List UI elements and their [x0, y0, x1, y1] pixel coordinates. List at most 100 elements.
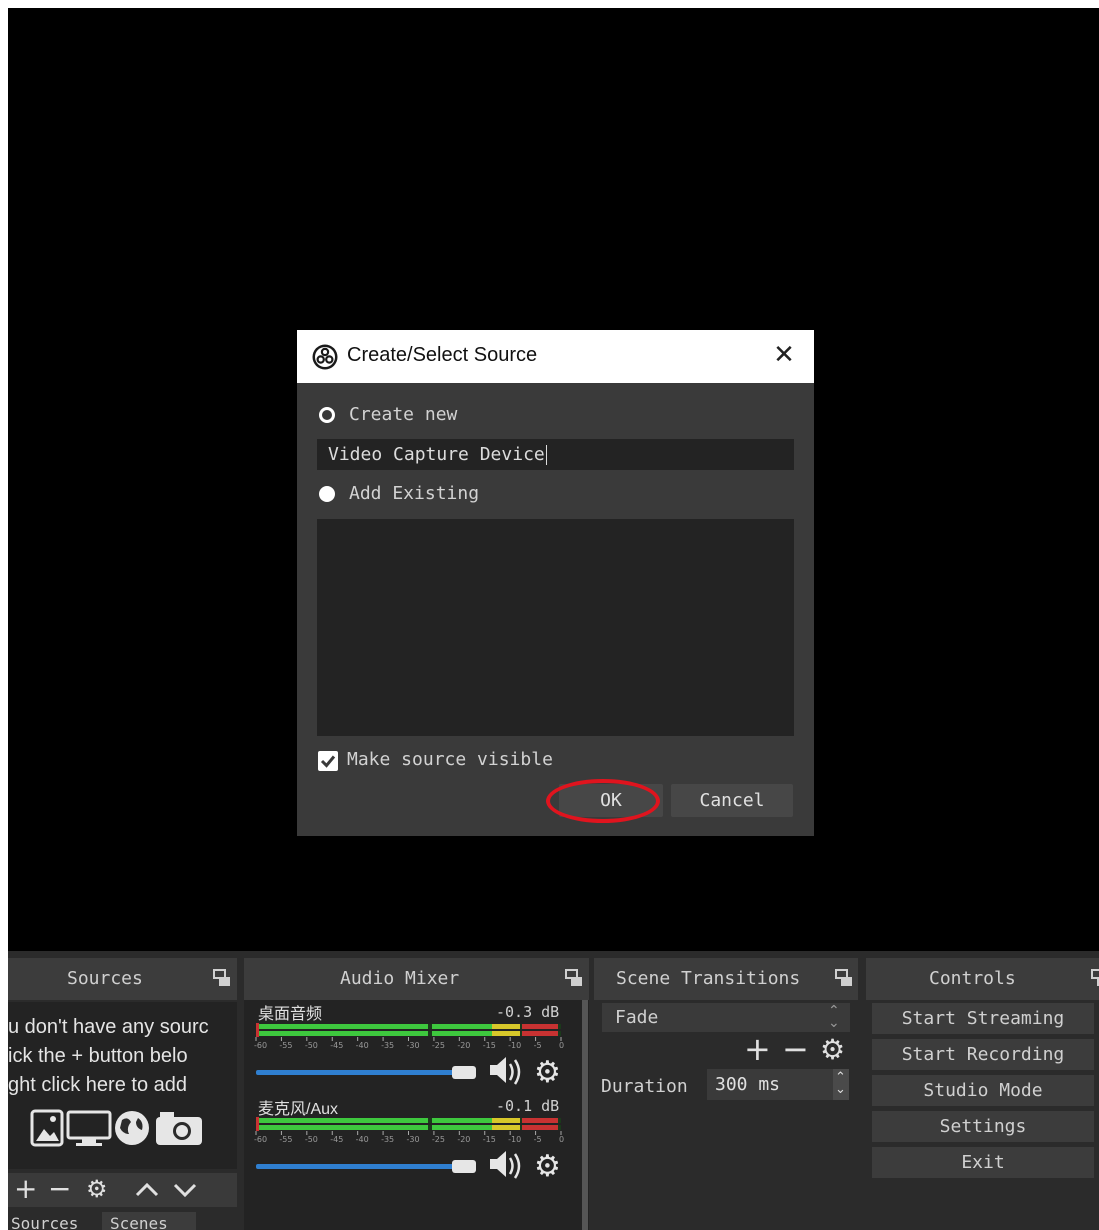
meter-level-yellow	[492, 1031, 520, 1036]
start-recording-button[interactable]: Start Recording	[872, 1039, 1094, 1070]
add-existing-radio[interactable]	[319, 486, 335, 502]
meter-level-green	[432, 1031, 492, 1036]
duration-spinbox[interactable]: 300 ms ⌃ ⌄	[707, 1069, 849, 1100]
scale-label: -30	[407, 1135, 420, 1144]
move-up-icon[interactable]	[134, 1180, 160, 1200]
scale-label: -20	[457, 1135, 470, 1144]
camera-icon	[156, 1112, 202, 1145]
close-icon[interactable]: ✕	[769, 340, 799, 370]
undock-icon[interactable]	[1091, 969, 1099, 987]
settings-button[interactable]: Settings	[872, 1111, 1094, 1142]
sources-panel: Sources u don't have any sourc ick the +…	[8, 951, 237, 1230]
sources-header: Sources	[8, 958, 237, 1000]
dialog-title: Create/Select Source	[347, 344, 538, 366]
scale-label: -55	[279, 1135, 292, 1144]
hint-line: ght click here to add	[8, 1074, 187, 1096]
image-icon	[30, 1109, 64, 1147]
scale-label: -50	[305, 1041, 318, 1050]
volume-slider-handle[interactable]	[452, 1066, 476, 1079]
volume-slider-handle[interactable]	[452, 1160, 476, 1173]
gear-icon[interactable]: ⚙	[534, 1055, 561, 1090]
scale-label: -5	[534, 1135, 542, 1144]
scene-transitions-header: Scene Transitions	[594, 958, 858, 1000]
scale-label: -15	[483, 1041, 496, 1050]
meter-level-red	[522, 1024, 558, 1029]
controls-title: Controls	[929, 968, 1016, 989]
add-existing-label[interactable]: Add Existing	[349, 483, 479, 504]
text-caret	[545, 445, 547, 465]
create-select-source-dialog: Create/Select Source ✕ Create new Video …	[297, 330, 814, 836]
scale-label: -50	[305, 1135, 318, 1144]
meter-level-yellow	[492, 1118, 520, 1123]
globe-icon	[115, 1111, 149, 1145]
gear-icon[interactable]: ⚙	[820, 1033, 845, 1066]
audio-mixer-title: Audio Mixer	[340, 968, 460, 989]
speaker-icon[interactable]	[490, 1057, 521, 1085]
scale-label: -10	[508, 1135, 521, 1144]
source-name-input[interactable]: Video Capture Device	[317, 439, 794, 470]
scale-label: 0	[559, 1135, 564, 1144]
scale-label: -5	[534, 1041, 542, 1050]
scale-label: -45	[330, 1135, 343, 1144]
undock-icon[interactable]	[835, 969, 853, 987]
meter-level-red	[522, 1031, 558, 1036]
meter-level-green	[432, 1024, 492, 1029]
track-db: -0.1 dB	[496, 1097, 560, 1115]
undock-icon[interactable]	[213, 969, 231, 987]
existing-sources-list[interactable]	[317, 519, 794, 736]
add-icon[interactable]: +	[14, 1172, 37, 1205]
track-db: -0.3 dB	[496, 1003, 560, 1021]
scale-label: 0	[559, 1041, 564, 1050]
audio-mixer-header: Audio Mixer	[244, 958, 589, 1000]
gear-icon[interactable]: ⚙	[86, 1175, 108, 1203]
transitions-body	[594, 1000, 858, 1230]
volume-slider[interactable]	[256, 1164, 461, 1169]
scale-label: -15	[483, 1135, 496, 1144]
studio-mode-button[interactable]: Studio Mode	[872, 1075, 1094, 1106]
meter-level-red	[522, 1125, 558, 1130]
updown-icon: ⌃ ⌄	[835, 1070, 846, 1097]
source-type-icons	[30, 1109, 202, 1147]
updown-icon: ⌃ ⌄	[828, 1003, 840, 1031]
meter-level-green	[432, 1125, 492, 1130]
controls-header: Controls	[866, 958, 1099, 1000]
scale-label: -45	[330, 1041, 343, 1050]
gear-icon[interactable]: ⚙	[534, 1149, 561, 1184]
make-visible-checkbox[interactable]	[318, 751, 338, 771]
add-icon[interactable]: +	[744, 1030, 771, 1068]
scale-label: -20	[457, 1041, 470, 1050]
exit-button[interactable]: Exit	[872, 1147, 1094, 1178]
transition-select[interactable]: Fade ⌃ ⌄	[602, 1003, 850, 1032]
track-name: 桌面音频	[258, 1006, 323, 1023]
create-new-label[interactable]: Create new	[349, 404, 457, 425]
meter-level-yellow	[492, 1125, 520, 1130]
cancel-button[interactable]: Cancel	[671, 784, 793, 817]
meter-level-yellow	[492, 1024, 520, 1029]
speaker-icon[interactable]	[490, 1151, 521, 1179]
start-streaming-button[interactable]: Start Streaming	[872, 1003, 1094, 1034]
scale-label: -30	[407, 1041, 420, 1050]
remove-icon[interactable]: −	[782, 1030, 809, 1068]
meter-level-red	[522, 1118, 558, 1123]
sources-empty-hint: u don't have any sourc ick the + button …	[8, 1013, 237, 1100]
scale-label: -60	[254, 1135, 267, 1144]
tab-scenes[interactable]: Scenes	[102, 1212, 196, 1230]
controls-panel: Controls Start Streaming Start Recording…	[866, 951, 1099, 1230]
tab-sources[interactable]: Sources	[8, 1212, 103, 1230]
scale-label: -10	[508, 1041, 521, 1050]
meter-level-green	[258, 1125, 428, 1130]
remove-icon[interactable]: −	[48, 1172, 71, 1205]
scale-label: -40	[356, 1041, 369, 1050]
mixer-scrollbar[interactable]	[582, 1000, 588, 1230]
transition-selected: Fade	[615, 1007, 659, 1028]
undock-icon[interactable]	[565, 969, 583, 987]
ok-button[interactable]: OK	[559, 784, 663, 817]
duration-value: 300 ms	[715, 1074, 781, 1095]
volume-slider[interactable]	[256, 1070, 461, 1075]
move-down-icon[interactable]	[172, 1180, 198, 1200]
create-new-radio[interactable]	[319, 407, 335, 423]
make-visible-label[interactable]: Make source visible	[347, 749, 553, 770]
scale-label: -40	[356, 1135, 369, 1144]
dialog-title-bar: Create/Select Source ✕	[297, 330, 814, 383]
duration-label: Duration	[601, 1076, 688, 1097]
